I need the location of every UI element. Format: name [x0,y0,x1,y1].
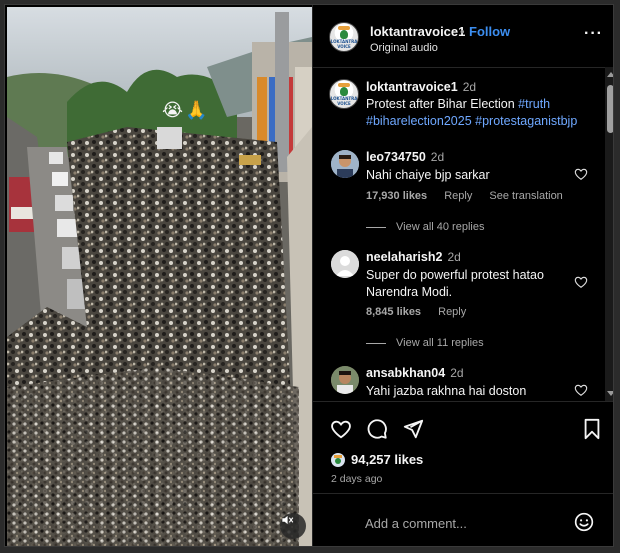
account-avatar[interactable]: LOKTANTRA VOICE [329,22,359,52]
reply-button[interactable]: Reply [438,306,466,318]
header-dot: • [460,24,465,39]
comment-username[interactable]: leo734750 2d [366,150,444,164]
follow-button[interactable]: Follow [469,24,510,39]
comment-time: 2d [430,150,445,164]
scroll-down-arrow[interactable] [607,391,613,396]
heart-icon[interactable] [574,383,588,397]
comment-likes[interactable]: 17,930 likes [366,190,427,202]
bookmark-icon[interactable] [581,418,603,440]
more-icon[interactable]: ··· [584,25,603,43]
caption-time: 2d [462,80,477,94]
comment-likes[interactable]: 8,845 likes [366,306,421,318]
header-username[interactable]: loktantravoice1 [370,24,465,39]
liker-avatar [331,452,345,467]
avatar[interactable] [331,250,359,278]
like-heart-icon[interactable] [330,418,352,440]
likes-row[interactable]: 94,257 likes [331,452,423,467]
likes-count[interactable]: 94,257 likes [351,452,423,467]
audio-label[interactable]: Original audio [370,42,438,54]
view-replies-button[interactable]: View all 11 replies [366,337,484,349]
comment-meta: 8,845 likes Reply [366,306,480,318]
share-icon[interactable] [402,418,424,440]
comment-icon[interactable] [366,418,388,440]
mute-button[interactable] [280,513,306,539]
comment-item: neelaharish2 2d Super do powerful protest… [313,249,605,359]
smiley-icon[interactable] [574,512,594,532]
crowd-scene [7,7,312,546]
post-panel: LOKTANTRA VOICE loktantravoice1 • Follow… [312,5,613,546]
post-caption: LOKTANTRA VOICE loktantravoice1 2d Protes… [313,77,605,137]
comment-text: Nahi chaiye bjp sarkar [366,168,490,182]
mute-icon [282,515,294,525]
comment-item: ansabkhan04 2d Yahi jazba rakhna hai dost… [313,365,605,401]
comment-input[interactable] [363,512,557,534]
add-comment-bar [313,493,613,546]
caption-avatar[interactable]: LOKTANTRA VOICE [329,79,359,109]
reel-video[interactable]: 😭🙏 [7,7,312,546]
post-header: LOKTANTRA VOICE loktantravoice1 • Follow… [313,5,613,68]
post-actions: 94,257 likes 2 days ago [313,401,613,494]
avatar[interactable] [331,366,359,394]
comment-username[interactable]: ansabkhan04 2d [366,366,464,380]
comment-time: 2d [447,250,461,264]
emoji-overlay: 😭🙏 [162,100,210,121]
scroll-thumb[interactable] [607,85,613,133]
comment-meta: 17,930 likes Reply See translation [366,190,577,202]
view-replies-button[interactable]: View all 40 replies [366,221,484,233]
post-time[interactable]: 2 days ago [331,473,382,485]
avatar[interactable] [331,150,359,178]
hashtag-link[interactable]: #truth [518,97,550,111]
comments-scrollbar[interactable] [605,67,613,401]
heart-icon[interactable] [574,167,588,181]
see-translation-button[interactable]: See translation [489,190,562,202]
comment-item: leo734750 2d Nahi chaiye bjp sarkar 17,93… [313,149,605,239]
heart-icon[interactable] [574,275,588,289]
hashtag-link[interactable]: #protestaganistbjp [475,114,577,128]
caption-username[interactable]: loktantravoice1 2d [366,80,476,94]
reply-button[interactable]: Reply [444,190,472,202]
comments-list[interactable]: LOKTANTRA VOICE loktantravoice1 2d Protes… [313,67,605,401]
hashtag-link[interactable]: #biharelection2025 [366,114,472,128]
comment-text: Super do powerful protest hatao Narendra… [366,268,544,299]
comment-time: 2d [450,366,464,380]
comment-username[interactable]: neelaharish2 2d [366,250,461,264]
caption-text: Protest after Bihar Election #truth #bih… [366,97,578,128]
scroll-up-arrow[interactable] [607,72,613,77]
comment-text: Yahi jazba rakhna hai doston [366,384,527,398]
post-modal: 😭🙏 LOKTANTRA VOICE loktantravoice1 • Fol… [4,4,614,547]
